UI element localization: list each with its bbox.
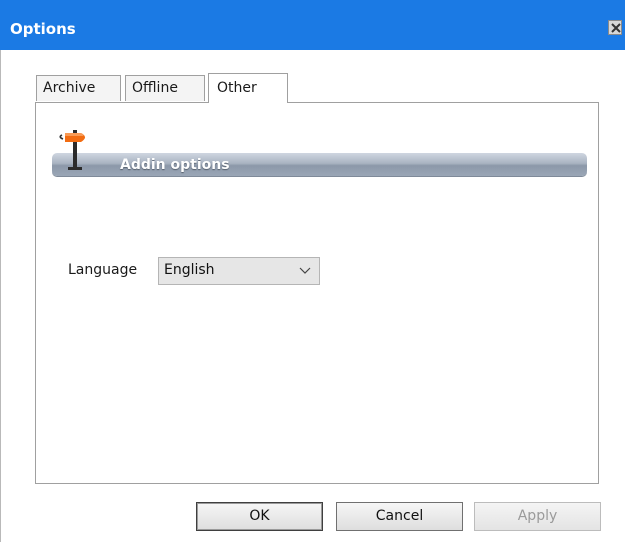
tab-offline-label: Offline <box>132 80 178 96</box>
close-button[interactable] <box>608 20 622 35</box>
language-value: English <box>164 262 215 278</box>
close-icon <box>611 23 621 33</box>
signpost-icon <box>59 130 85 170</box>
language-label: Language <box>68 262 138 278</box>
section-title: Addin options <box>120 157 230 173</box>
cancel-button[interactable]: Cancel <box>336 502 463 531</box>
tab-archive[interactable]: Archive <box>36 75 121 101</box>
title-bar[interactable]: Options <box>0 0 625 50</box>
tab-other-label: Other <box>217 80 257 96</box>
chevron-down-icon <box>299 267 311 274</box>
tab-archive-label: Archive <box>43 80 96 96</box>
window-border <box>0 50 1 542</box>
tab-other[interactable]: Other <box>208 73 288 103</box>
window-title: Options <box>10 20 76 38</box>
options-dialog: Options Archive Offline Other Addin opti… <box>0 0 625 542</box>
ok-button[interactable]: OK <box>196 502 323 531</box>
apply-button[interactable]: Apply <box>474 502 601 531</box>
tab-offline[interactable]: Offline <box>125 75 205 101</box>
language-dropdown[interactable]: English <box>158 257 320 285</box>
